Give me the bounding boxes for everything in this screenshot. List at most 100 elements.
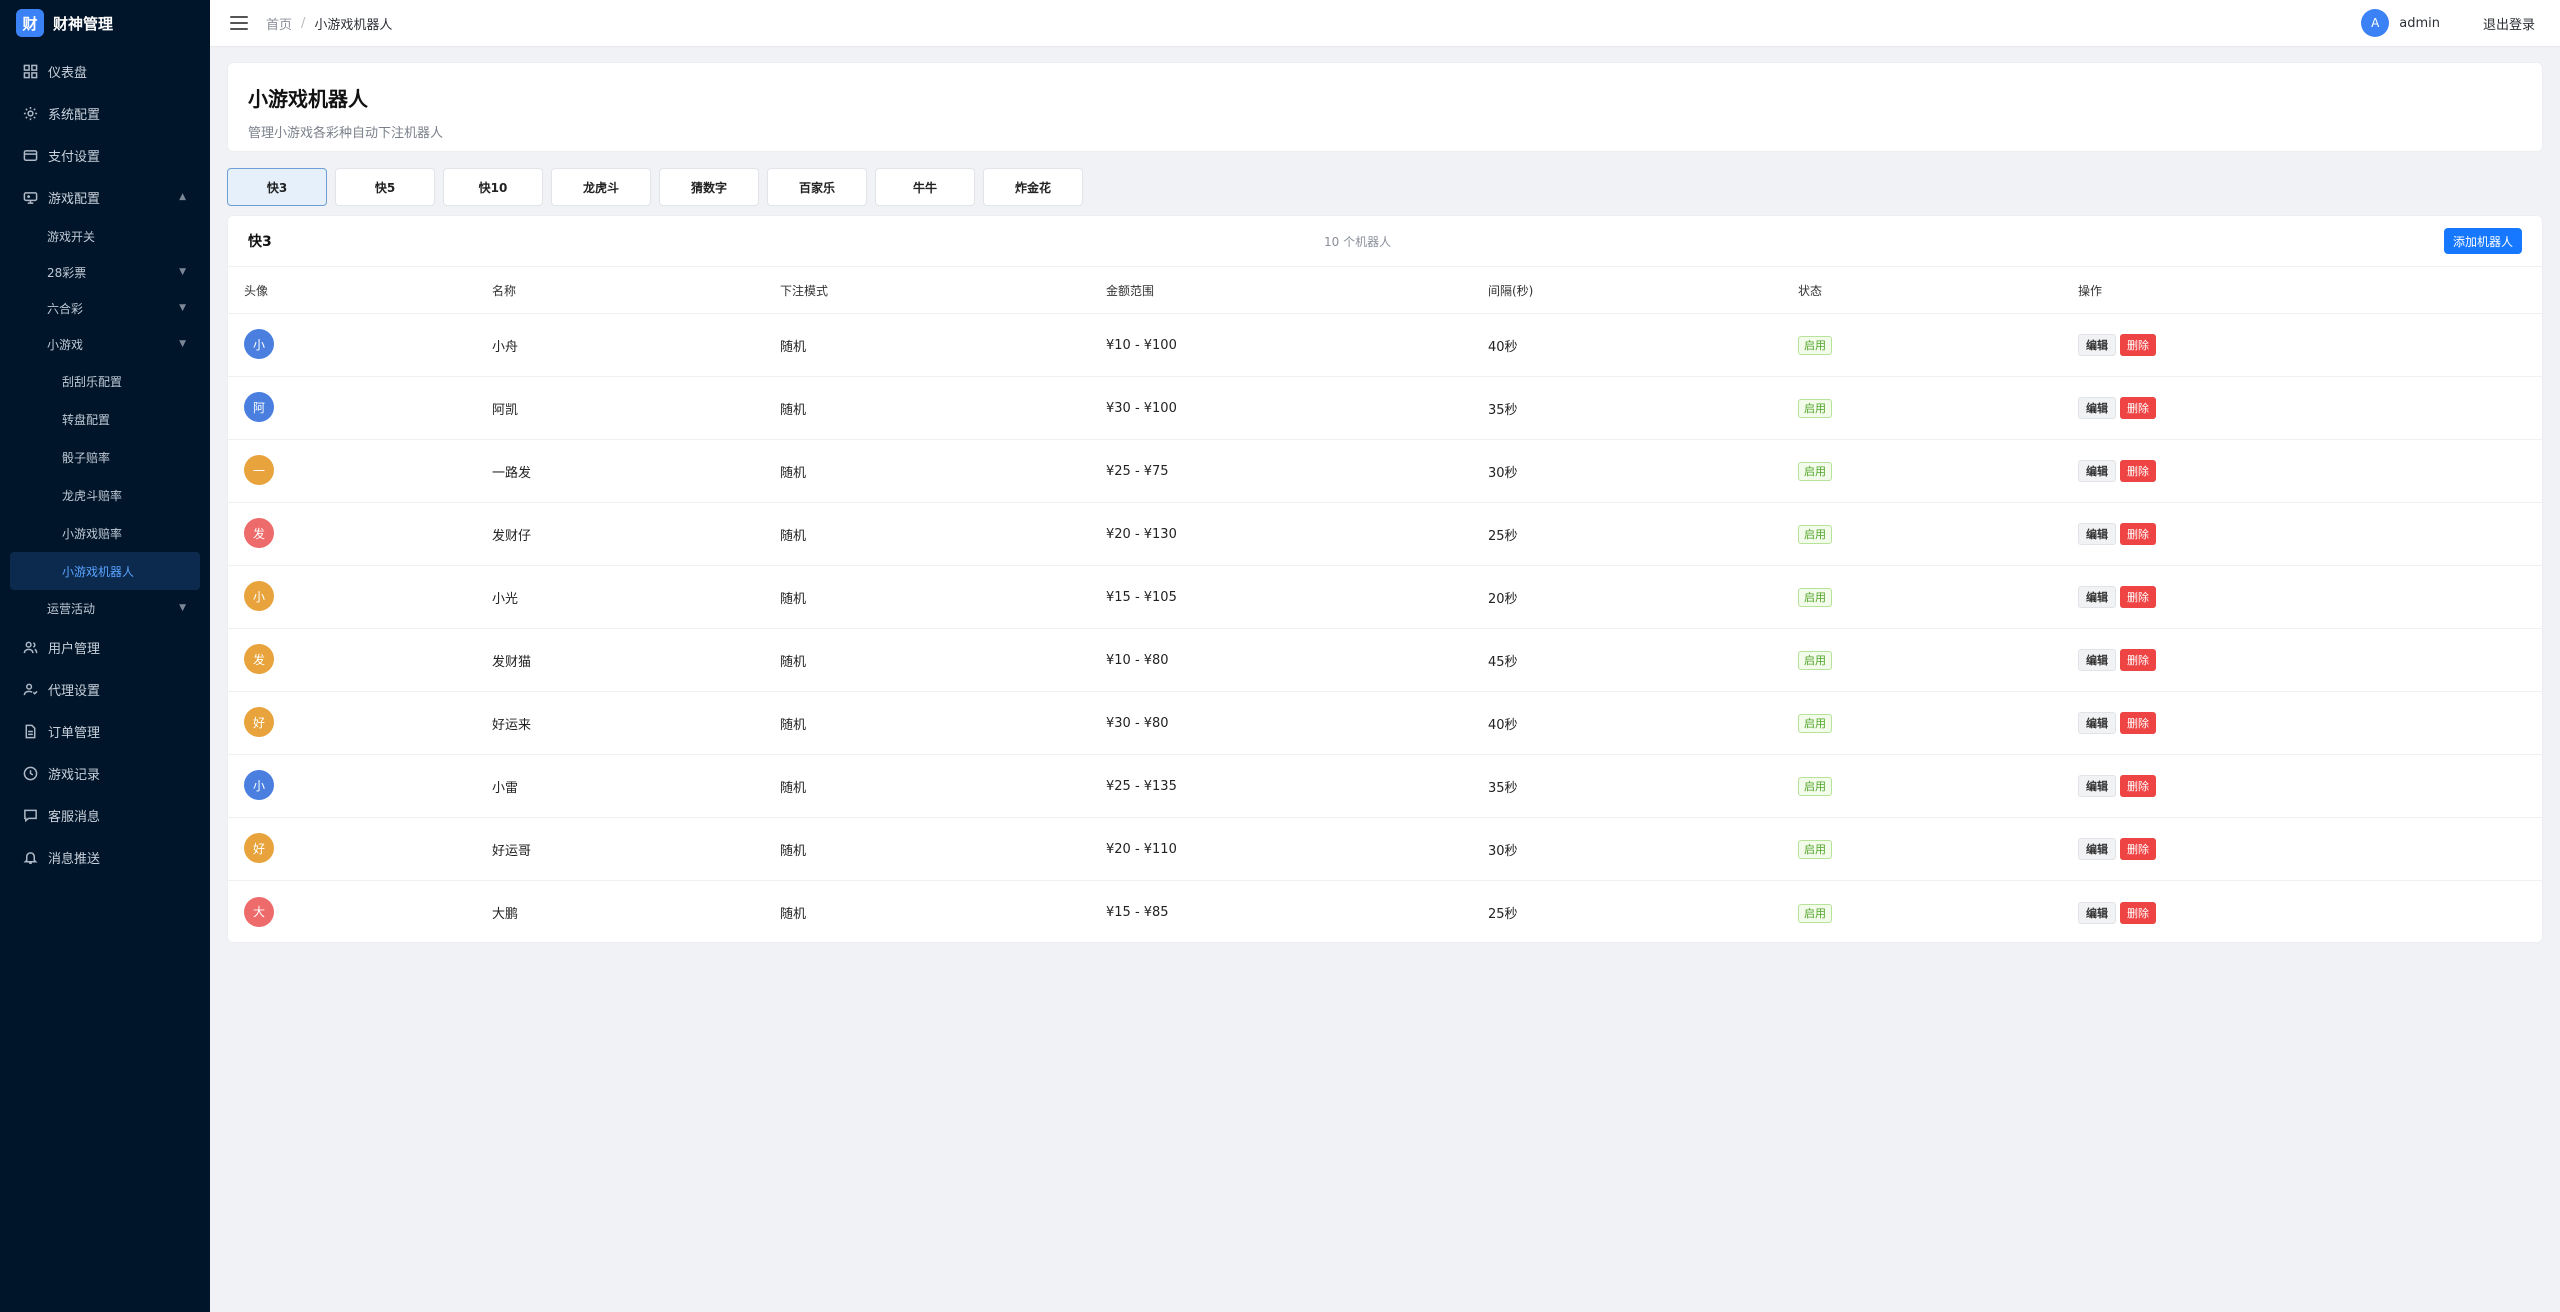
edit-button[interactable]: 编辑 bbox=[2078, 775, 2116, 797]
sidebar-item-orders[interactable]: 订单管理 bbox=[0, 710, 210, 752]
sidebar-item-users[interactable]: 用户管理 bbox=[0, 626, 210, 668]
avatar-cell: 阿 bbox=[244, 392, 274, 422]
table-row: 小 小光 随机 ¥15 - ¥105 20秒 启用 编辑 删除 bbox=[228, 566, 2542, 629]
user-menu[interactable]: A admin bbox=[2361, 9, 2440, 37]
delete-button[interactable]: 删除 bbox=[2120, 712, 2156, 734]
brand-logo: 财 bbox=[16, 9, 44, 37]
amount-range: ¥20 - ¥130 bbox=[1106, 526, 1177, 542]
robot-name: 发财猫 bbox=[492, 654, 532, 670]
delete-button[interactable]: 删除 bbox=[2120, 397, 2156, 419]
avatar: 大 bbox=[244, 896, 274, 927]
sidebar-item-dashboard[interactable]: 仪表盘 bbox=[0, 50, 210, 92]
status-badge[interactable]: 启用 bbox=[1798, 903, 1832, 923]
delete-button[interactable]: 删除 bbox=[2120, 649, 2156, 671]
delete-button[interactable]: 删除 bbox=[2120, 586, 2156, 608]
delete-button[interactable]: 删除 bbox=[2120, 523, 2156, 545]
sidebar-item-promotions[interactable]: 运营活动 ▼ bbox=[0, 590, 210, 626]
sidebar-item-game-switch[interactable]: 游戏开关 bbox=[0, 218, 210, 254]
delete-button[interactable]: 删除 bbox=[2120, 775, 2156, 797]
tab-dragon-tiger[interactable]: 龙虎斗 bbox=[551, 168, 651, 206]
page-title: 小游戏机器人 bbox=[248, 87, 368, 111]
chevron-up-icon: ▲ bbox=[179, 192, 186, 202]
column-header-interval: 间隔(秒) bbox=[1488, 283, 1534, 298]
delete-button[interactable]: 删除 bbox=[2120, 838, 2156, 860]
sidebar-item-mini-game-odds[interactable]: 小游戏赔率 bbox=[0, 514, 210, 552]
tab-guess-number[interactable]: 猜数字 bbox=[659, 168, 759, 206]
avatar-cell: 好 bbox=[244, 707, 274, 737]
status-badge[interactable]: 启用 bbox=[1798, 462, 1832, 481]
edit-button[interactable]: 编辑 bbox=[2078, 712, 2116, 734]
row-actions: 编辑 删除 bbox=[2078, 397, 2156, 419]
status-cell: 启用 bbox=[1798, 588, 1832, 607]
status-badge[interactable]: 启用 bbox=[1798, 588, 1832, 607]
status-cell: 启用 bbox=[1798, 525, 1832, 544]
edit-button[interactable]: 编辑 bbox=[2078, 838, 2116, 860]
row-actions: 编辑 删除 bbox=[2078, 460, 2156, 482]
delete-button[interactable]: 删除 bbox=[2120, 334, 2156, 356]
sidebar-item-mini-games[interactable]: 小游戏 ▼ bbox=[0, 326, 210, 362]
top-header: 首页 / 小游戏机器人 A admin 退出登录 bbox=[210, 0, 2560, 47]
sidebar-item-support[interactable]: 客服消息 bbox=[0, 794, 210, 836]
edit-button[interactable]: 编辑 bbox=[2078, 523, 2116, 545]
status-badge[interactable]: 启用 bbox=[1798, 777, 1832, 796]
sidebar-item-label: 客服消息 bbox=[48, 809, 101, 825]
bet-mode: 随机 bbox=[780, 591, 807, 607]
clock-icon bbox=[22, 765, 38, 781]
bell-icon bbox=[22, 849, 38, 865]
status-badge[interactable]: 启用 bbox=[1798, 651, 1832, 670]
sidebar-item-notifications[interactable]: 消息推送 bbox=[0, 836, 210, 878]
avatar: A bbox=[2361, 9, 2390, 37]
sidebar-item-dice-odds[interactable]: 骰子赔率 bbox=[0, 438, 210, 476]
menu-toggle-icon[interactable] bbox=[230, 16, 248, 30]
logout-button[interactable]: 退出登录 bbox=[2483, 14, 2535, 33]
row-actions: 编辑 删除 bbox=[2078, 586, 2156, 608]
sidebar-item-wheel-config[interactable]: 转盘配置 bbox=[0, 400, 210, 438]
sidebar-item-mini-game-robots[interactable]: 小游戏机器人 bbox=[10, 552, 200, 590]
tab-baccarat[interactable]: 百家乐 bbox=[767, 168, 867, 206]
table-row: 一 一路发 随机 ¥25 - ¥75 30秒 启用 编辑 删除 bbox=[228, 440, 2542, 503]
brand[interactable]: 财 财神管理 bbox=[0, 0, 210, 46]
status-badge[interactable]: 启用 bbox=[1798, 714, 1832, 733]
tab-k3[interactable]: 快3 bbox=[227, 168, 327, 206]
sidebar-item-dragon-tiger-odds[interactable]: 龙虎斗赔率 bbox=[0, 476, 210, 514]
sidebar-item-label: 骰子赔率 bbox=[62, 450, 111, 465]
status-badge[interactable]: 启用 bbox=[1798, 840, 1832, 859]
edit-button[interactable]: 编辑 bbox=[2078, 334, 2116, 356]
sidebar-item-system-config[interactable]: 系统配置 bbox=[0, 92, 210, 134]
sidebar: 财 财神管理 仪表盘 系统配置 支付设置 游戏配置 ▲ 游戏开关 28彩票 ▼ 六… bbox=[0, 0, 210, 1312]
sidebar-item-game-config[interactable]: 游戏配置 ▲ bbox=[0, 176, 210, 218]
breadcrumb-home[interactable]: 首页 bbox=[266, 14, 292, 33]
edit-button[interactable]: 编辑 bbox=[2078, 901, 2116, 924]
column-header-amount: 金额范围 bbox=[1106, 283, 1155, 298]
edit-button[interactable]: 编辑 bbox=[2078, 397, 2116, 419]
column-header-name: 名称 bbox=[492, 283, 517, 298]
edit-button[interactable]: 编辑 bbox=[2078, 460, 2116, 482]
sidebar-item-scratch-config[interactable]: 刮刮乐配置 bbox=[0, 362, 210, 400]
sidebar-item-28-lottery[interactable]: 28彩票 ▼ bbox=[0, 254, 210, 290]
amount-range: ¥20 - ¥110 bbox=[1106, 841, 1177, 857]
bet-mode: 随机 bbox=[780, 717, 807, 733]
tab-niuniu[interactable]: 牛牛 bbox=[875, 168, 975, 206]
add-robot-button[interactable]: 添加机器人 bbox=[2443, 228, 2522, 254]
tab-k5[interactable]: 快5 bbox=[335, 168, 435, 206]
delete-button[interactable]: 删除 bbox=[2120, 460, 2156, 482]
delete-button[interactable]: 删除 bbox=[2120, 901, 2156, 924]
status-badge[interactable]: 启用 bbox=[1798, 336, 1832, 355]
sidebar-item-game-records[interactable]: 游戏记录 bbox=[0, 752, 210, 794]
edit-button[interactable]: 编辑 bbox=[2078, 586, 2116, 608]
chevron-down-icon: ▼ bbox=[179, 303, 186, 313]
status-cell: 启用 bbox=[1798, 651, 1832, 670]
avatar: 阿 bbox=[244, 392, 274, 422]
edit-button[interactable]: 编辑 bbox=[2078, 649, 2116, 671]
sidebar-item-mark-six[interactable]: 六合彩 ▼ bbox=[0, 290, 210, 326]
status-badge[interactable]: 启用 bbox=[1798, 399, 1832, 418]
sidebar-item-agents[interactable]: 代理设置 bbox=[0, 668, 210, 710]
tab-k10[interactable]: 快10 bbox=[443, 168, 543, 206]
bet-interval: 25秒 bbox=[1488, 907, 1518, 922]
tab-golden-flower[interactable]: 炸金花 bbox=[983, 168, 1083, 206]
status-badge[interactable]: 启用 bbox=[1798, 525, 1832, 544]
sidebar-item-payment[interactable]: 支付设置 bbox=[0, 134, 210, 176]
sidebar-item-label: 仪表盘 bbox=[48, 65, 88, 81]
bet-interval: 45秒 bbox=[1488, 654, 1518, 670]
table-row: 好 好运来 随机 ¥30 - ¥80 40秒 启用 编辑 删除 bbox=[228, 692, 2542, 755]
